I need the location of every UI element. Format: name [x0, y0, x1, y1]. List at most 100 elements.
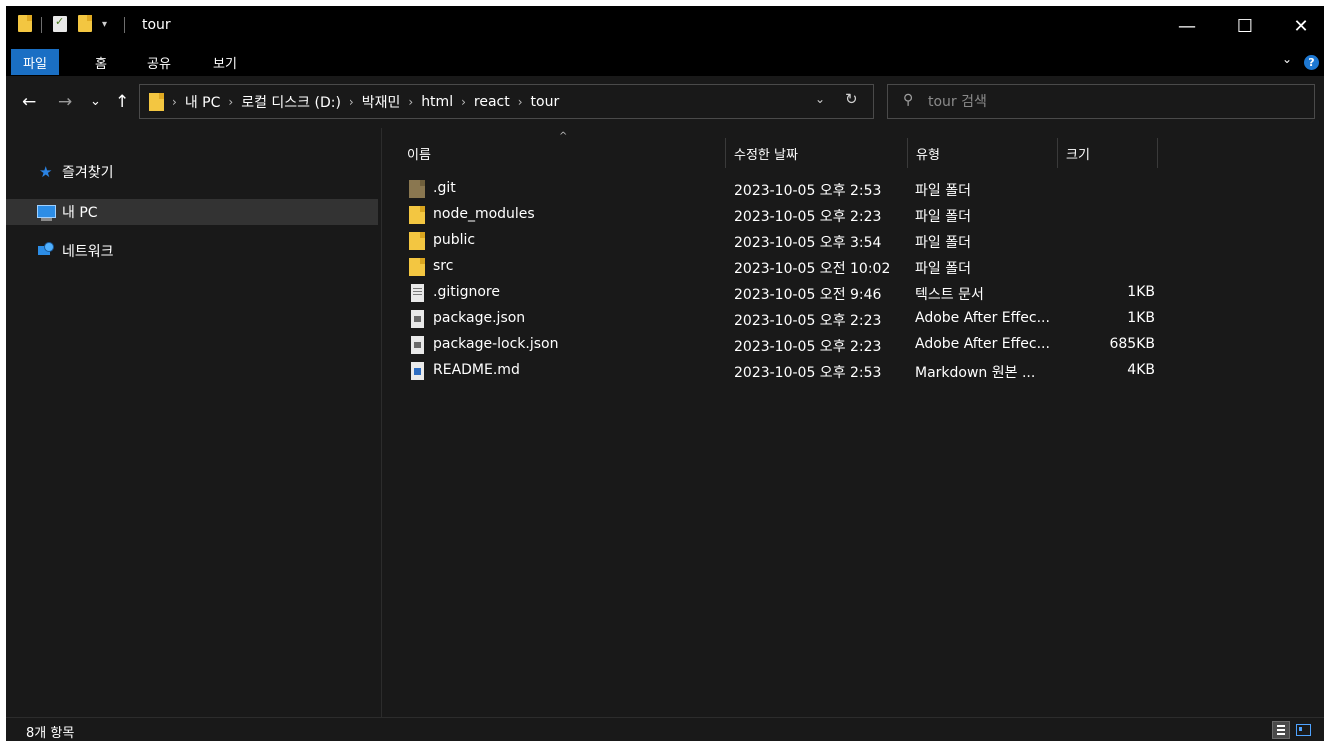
breadcrumb-item[interactable]: html	[417, 94, 457, 110]
breadcrumb-item[interactable]: react	[470, 94, 514, 110]
help-icon[interactable]: ?	[1304, 55, 1319, 70]
file-date: 2023-10-05 오후 2:23	[734, 209, 882, 225]
up-button[interactable]: ↑	[115, 92, 129, 112]
breadcrumb: › 내 PC › 로컬 디스크 (D:) › 박재민 › html › reac…	[168, 85, 563, 118]
search-input[interactable]	[928, 91, 1298, 113]
breadcrumb-item[interactable]: 내 PC	[181, 92, 225, 112]
search-box[interactable]: ⚲	[887, 84, 1315, 119]
column-divider[interactable]	[1057, 138, 1058, 168]
customize-toolbar-icon[interactable]: ▾	[102, 19, 107, 30]
network-icon	[38, 242, 54, 258]
tab-view[interactable]: 보기	[201, 49, 249, 75]
breadcrumb-separator[interactable]: ›	[345, 95, 358, 109]
search-icon: ⚲	[903, 92, 914, 108]
computer-icon	[37, 205, 56, 221]
breadcrumb-item[interactable]: 로컬 디스크 (D:)	[237, 92, 345, 112]
file-date: 2023-10-05 오후 2:23	[734, 339, 882, 355]
file-row[interactable]: .gitignore 2023-10-05 오전 9:46 텍스트 문서 1KB	[383, 280, 1324, 306]
file-size: 1KB	[1127, 310, 1155, 326]
close-button[interactable]: ✕	[1272, 6, 1324, 46]
file-row[interactable]: node_modules 2023-10-05 오후 2:23 파일 폴더	[383, 202, 1324, 228]
column-header-date[interactable]: 수정한 날짜	[734, 138, 906, 168]
file-type: Adobe After Effec...	[915, 310, 1050, 326]
maximize-button[interactable]: ☐	[1216, 6, 1274, 46]
file-name: src	[433, 258, 454, 274]
file-name: package-lock.json	[433, 336, 559, 352]
back-button[interactable]: ←	[22, 92, 36, 112]
file-type: Adobe After Effec...	[915, 336, 1050, 352]
tab-share[interactable]: 공유	[135, 49, 183, 75]
file-size: 4KB	[1127, 362, 1155, 378]
item-count: 8개 항목	[26, 726, 75, 741]
file-row[interactable]: README.md 2023-10-05 오후 2:53 Markdown 원본…	[383, 358, 1324, 384]
git-folder-icon	[409, 180, 425, 198]
minimize-button[interactable]: —	[1158, 6, 1216, 46]
file-date: 2023-10-05 오후 3:54	[734, 235, 882, 251]
file-explorer-window: ▾ tour — ☐ ✕ 파일 홈 공유 보기 ⌄ ? ← → ⌄ ↑ › 내 …	[6, 6, 1324, 741]
properties-icon[interactable]	[53, 15, 67, 32]
markdown-file-icon	[411, 362, 424, 380]
file-type: 파일 폴더	[915, 261, 971, 277]
ribbon-tabs: 파일 홈 공유 보기 ⌄ ?	[6, 46, 1324, 76]
sidebar-item-quick-access[interactable]: ★ 즐겨찾기	[6, 159, 378, 185]
file-row[interactable]: package.json 2023-10-05 오후 2:23 Adobe Af…	[383, 306, 1324, 332]
file-row[interactable]: public 2023-10-05 오후 3:54 파일 폴더	[383, 228, 1324, 254]
address-history-icon[interactable]: ⌄	[815, 92, 825, 106]
breadcrumb-item-current[interactable]: tour	[527, 94, 564, 110]
file-name: .git	[433, 180, 456, 196]
column-divider[interactable]	[907, 138, 908, 168]
window-title: tour	[142, 17, 171, 33]
file-type: 텍스트 문서	[915, 287, 984, 303]
toolbar-divider	[41, 17, 42, 33]
forward-button[interactable]: →	[58, 92, 72, 112]
star-icon: ★	[39, 163, 53, 181]
recent-locations-button[interactable]: ⌄	[90, 94, 101, 109]
address-bar[interactable]: › 내 PC › 로컬 디스크 (D:) › 박재민 › html › reac…	[139, 84, 874, 119]
sidebar-item-label: 내 PC	[62, 205, 98, 221]
tab-file[interactable]: 파일	[11, 49, 59, 75]
json-file-icon	[411, 310, 424, 328]
folder-icon	[149, 93, 164, 111]
file-date: 2023-10-05 오후 2:53	[734, 183, 882, 199]
breadcrumb-separator[interactable]: ›	[404, 95, 417, 109]
file-row[interactable]: src 2023-10-05 오전 10:02 파일 폴더	[383, 254, 1324, 280]
new-folder-icon[interactable]	[78, 15, 92, 32]
file-row[interactable]: package-lock.json 2023-10-05 오후 2:23 Ado…	[383, 332, 1324, 358]
title-bar: ▾ tour — ☐ ✕	[6, 6, 1324, 46]
file-type: 파일 폴더	[915, 209, 971, 225]
column-header-name[interactable]: 이름	[407, 138, 725, 168]
file-size: 1KB	[1127, 284, 1155, 300]
sidebar-item-this-pc[interactable]: 내 PC	[6, 199, 378, 225]
file-date: 2023-10-05 오전 10:02	[734, 261, 891, 277]
tab-home[interactable]: 홈	[83, 49, 119, 75]
breadcrumb-separator[interactable]: ›	[514, 95, 527, 109]
breadcrumb-separator[interactable]: ›	[457, 95, 470, 109]
sidebar-item-network[interactable]: 네트워크	[6, 238, 378, 264]
file-size: 685KB	[1109, 336, 1155, 352]
breadcrumb-separator[interactable]: ›	[224, 95, 237, 109]
column-header-size[interactable]: 크기	[1066, 138, 1156, 168]
file-type: Markdown 원본 ...	[915, 365, 1036, 381]
file-name: node_modules	[433, 206, 535, 222]
file-name: README.md	[433, 362, 520, 378]
folder-icon	[18, 15, 32, 32]
text-file-icon	[411, 284, 424, 302]
column-divider[interactable]	[1157, 138, 1158, 168]
quick-access-toolbar: ▾	[6, 14, 136, 36]
breadcrumb-separator[interactable]: ›	[168, 95, 181, 109]
file-name: .gitignore	[433, 284, 500, 300]
expand-ribbon-icon[interactable]: ⌄	[1282, 52, 1292, 66]
file-name: package.json	[433, 310, 526, 326]
column-divider[interactable]	[725, 138, 726, 168]
file-row[interactable]: .git 2023-10-05 오후 2:53 파일 폴더	[383, 176, 1324, 202]
folder-icon	[409, 258, 425, 276]
status-bar: 8개 항목	[6, 717, 1324, 741]
breadcrumb-item[interactable]: 박재민	[358, 92, 405, 112]
folder-icon	[409, 232, 425, 250]
column-header-type[interactable]: 유형	[916, 138, 1056, 168]
details-view-button[interactable]	[1272, 721, 1290, 739]
folder-icon	[409, 206, 425, 224]
refresh-icon[interactable]: ↻	[845, 90, 858, 108]
large-icons-view-button[interactable]	[1294, 721, 1312, 739]
file-name: public	[433, 232, 476, 248]
